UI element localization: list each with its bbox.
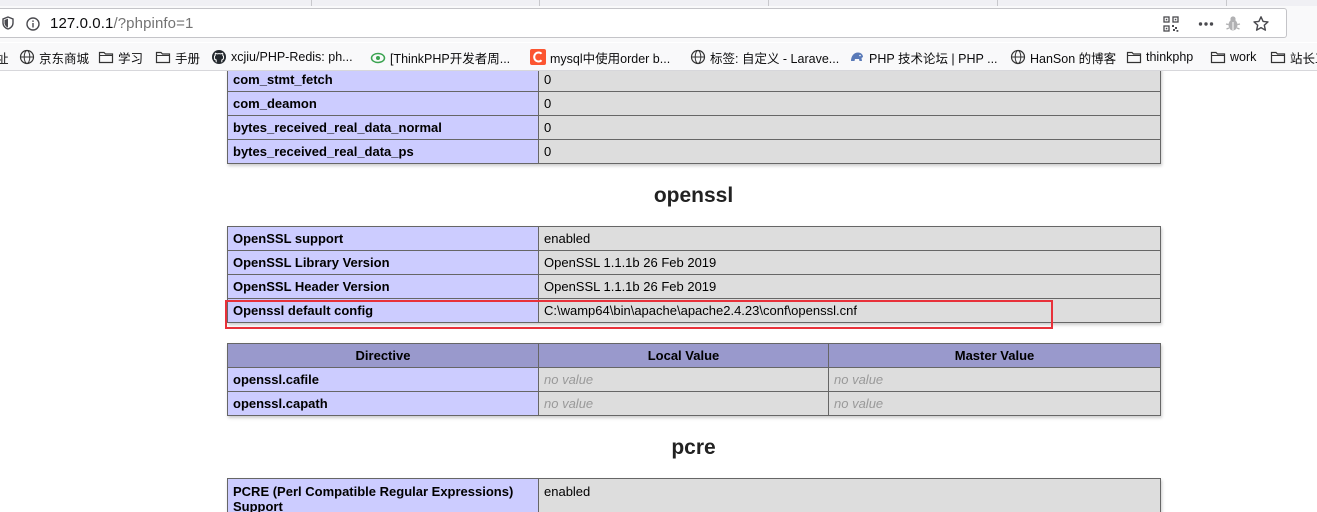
- local-value: no value: [538, 391, 829, 416]
- globe-icon: [690, 49, 706, 65]
- bookmark-item[interactable]: [ThinkPHP开发者周...: [370, 48, 510, 66]
- entry-value: enabled: [538, 226, 1161, 251]
- master-value: no value: [828, 367, 1161, 392]
- star-icon[interactable]: [1252, 15, 1270, 33]
- url-text[interactable]: 127.0.0.1/?phpinfo=1: [50, 15, 193, 32]
- entry-value: OpenSSL 1.1.1b 26 Feb 2019: [538, 274, 1161, 299]
- table-row: bytes_received_real_data_normal 0: [227, 115, 1161, 140]
- bookmark-item[interactable]: 京东商城: [19, 48, 89, 66]
- table-row: OpenSSL Library Version OpenSSL 1.1.1b 2…: [227, 250, 1161, 275]
- entry-value: 0: [538, 91, 1161, 116]
- entry-name: bytes_received_real_data_normal: [227, 115, 539, 140]
- table-row: openssl.capath no value no value: [227, 391, 1161, 416]
- bookmark-item[interactable]: 学习: [98, 48, 143, 66]
- bookmark-item[interactable]: HanSon 的博客: [1010, 48, 1116, 66]
- entry-name: OpenSSL Header Version: [227, 274, 539, 299]
- url-host: 127.0.0.1: [50, 15, 114, 32]
- bookmark-label: HanSon 的博客: [1030, 51, 1117, 66]
- github-icon: [212, 50, 226, 64]
- bookmarks-toolbar: 址 京东商城 学习 手册 xcjiu/PHP-Redis: ph... [Thi…: [0, 43, 1317, 71]
- openssl-directive-table: Directive Local Value Master Value opens…: [227, 343, 1161, 416]
- bookmark-item[interactable]: 标签: 自定义 - Larave...: [690, 48, 839, 66]
- entry-name: com_stmt_fetch: [227, 71, 539, 92]
- entry-value: OpenSSL 1.1.1b 26 Feb 2019: [538, 250, 1161, 275]
- section-heading-openssl[interactable]: openssl: [0, 184, 1317, 208]
- table-row: OpenSSL support enabled: [227, 226, 1161, 251]
- php-icon: [851, 52, 863, 61]
- csdn-icon: [530, 49, 546, 65]
- bookmark-label: 址: [0, 48, 9, 67]
- bookmark-label: xcjiu/PHP-Redis: ph...: [231, 50, 353, 64]
- bookmark-label: 站长工: [1290, 51, 1317, 66]
- navigation-toolbar: 127.0.0.1/?phpinfo=1: [0, 6, 1317, 42]
- thinkphp-icon: [370, 52, 386, 64]
- entry-value: 0: [538, 139, 1161, 164]
- table-header-row: Directive Local Value Master Value: [227, 343, 1161, 368]
- directive-name: openssl.cafile: [227, 367, 539, 392]
- entry-name: OpenSSL Library Version: [227, 250, 539, 275]
- column-header-directive: Directive: [227, 343, 539, 368]
- local-value: no value: [538, 367, 829, 392]
- bookmark-label: 标签: 自定义 - Larave...: [710, 51, 840, 66]
- folder-icon: [155, 51, 171, 64]
- entry-name: bytes_received_real_data_ps: [227, 139, 539, 164]
- bookmark-item[interactable]: xcjiu/PHP-Redis: ph...: [211, 48, 353, 66]
- directive-name: openssl.capath: [227, 391, 539, 416]
- bookmark-item[interactable]: 站长工: [1270, 48, 1317, 66]
- folder-icon: [1210, 51, 1226, 64]
- folder-icon: [98, 51, 114, 64]
- bug-icon[interactable]: [1224, 15, 1242, 33]
- bookmark-item[interactable]: work: [1210, 48, 1256, 66]
- table-row: com_deamon 0: [227, 91, 1161, 116]
- info-icon[interactable]: [26, 17, 40, 31]
- bookmark-item[interactable]: thinkphp: [1126, 48, 1193, 66]
- table-row: com_stmt_fetch 0: [227, 71, 1161, 92]
- entry-value: 0: [538, 71, 1161, 92]
- shield-icon[interactable]: [2, 16, 14, 30]
- table-row: bytes_received_real_data_ps 0: [227, 139, 1161, 164]
- bookmark-item[interactable]: 址: [0, 48, 9, 66]
- bookmark-label: thinkphp: [1146, 50, 1194, 64]
- column-header-master-value: Master Value: [828, 343, 1161, 368]
- bookmark-label: 学习: [118, 51, 144, 66]
- bookmark-label: work: [1230, 50, 1257, 64]
- bookmark-label: 京东商城: [39, 51, 90, 66]
- entry-name: com_deamon: [227, 91, 539, 116]
- address-bar[interactable]: 127.0.0.1/?phpinfo=1: [0, 8, 1287, 38]
- entry-value: enabled: [538, 478, 1161, 512]
- page-content[interactable]: com_stmt_fetch 0 com_deamon 0 bytes_rece…: [0, 71, 1317, 512]
- table-row: openssl.cafile no value no value: [227, 367, 1161, 392]
- pcre-info-table: PCRE (Perl Compatible Regular Expression…: [227, 478, 1161, 512]
- section-heading-pcre[interactable]: pcre: [0, 436, 1317, 460]
- bookmark-label: 手册: [175, 51, 201, 66]
- folder-icon: [1126, 51, 1142, 64]
- globe-icon: [1010, 49, 1026, 65]
- globe-icon: [19, 49, 35, 65]
- bookmark-item[interactable]: PHP 技术论坛 | PHP ...: [849, 48, 998, 66]
- bookmark-label: mysql中使用order b...: [550, 51, 671, 66]
- url-path: /?phpinfo=1: [113, 15, 194, 32]
- bookmark-item[interactable]: mysql中使用order b...: [530, 48, 670, 66]
- highlight-box: [225, 300, 1053, 329]
- qr-code-icon[interactable]: [1162, 15, 1180, 33]
- table-row: OpenSSL Header Version OpenSSL 1.1.1b 26…: [227, 274, 1161, 299]
- entry-name: OpenSSL support: [227, 226, 539, 251]
- column-header-local-value: Local Value: [538, 343, 829, 368]
- table-row: PCRE (Perl Compatible Regular Expression…: [227, 478, 1161, 512]
- bookmark-label: [ThinkPHP开发者周...: [390, 51, 511, 66]
- entry-value: 0: [538, 115, 1161, 140]
- entry-name: PCRE (Perl Compatible Regular Expression…: [227, 478, 539, 512]
- folder-icon: [1270, 51, 1286, 64]
- bookmark-label: PHP 技术论坛 | PHP ...: [869, 51, 998, 66]
- master-value: no value: [828, 391, 1161, 416]
- more-icon[interactable]: [1197, 15, 1215, 33]
- bookmark-item[interactable]: 手册: [155, 48, 200, 66]
- mysqlnd-statistics-table: com_stmt_fetch 0 com_deamon 0 bytes_rece…: [227, 71, 1161, 164]
